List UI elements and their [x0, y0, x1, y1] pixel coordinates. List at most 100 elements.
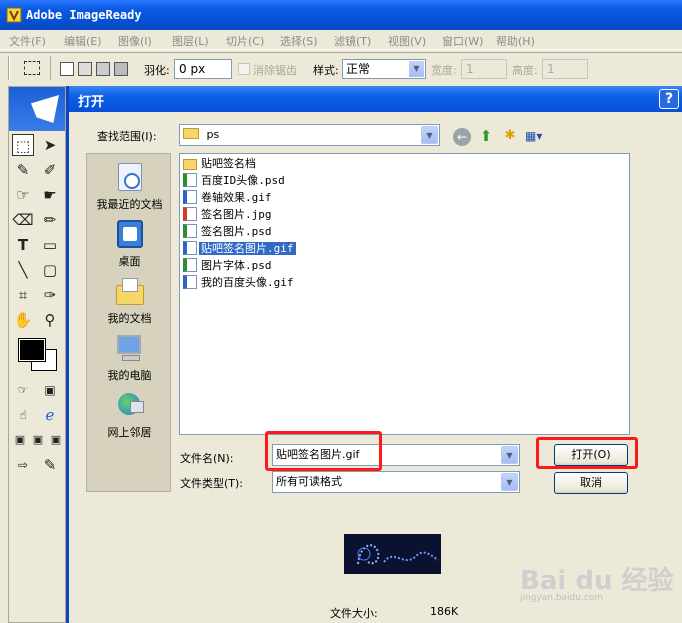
psd-file-icon [183, 224, 197, 238]
file-list[interactable]: 贴吧签名档 百度ID头像.psd 卷轴效果.gif 签名图片.jpg 签名图片.… [179, 153, 630, 435]
height-label: 高度: [512, 64, 538, 77]
list-item[interactable]: 卷轴效果.gif [183, 190, 274, 206]
list-item[interactable]: 百度ID头像.psd [183, 173, 287, 189]
filetype-label: 文件类型(T): [180, 477, 244, 490]
grip-handle[interactable] [8, 56, 10, 80]
up-folder-icon[interactable]: ⬆ [477, 127, 495, 145]
toggle-slice-visibility-icon[interactable]: ☞ [12, 379, 34, 401]
place-my-documents[interactable]: 我的文档 [87, 275, 172, 326]
toolbox: ⬚ ➤ ✎ ✐ ☞ ☛ ⌫ ✏ T ▭ ╲ ▢ ⌗ ✑ ✋ ⚲ ☞ ▣ ☝ ℯ … [8, 86, 66, 623]
gif-file-icon [183, 275, 197, 289]
style-select[interactable]: 正常 ▼ [342, 59, 426, 79]
feather-label: 羽化: [144, 64, 170, 77]
new-folder-icon[interactable]: ✱ [501, 127, 519, 145]
cancel-button[interactable]: 取消 [554, 472, 628, 494]
image-map-select-icon[interactable]: ☛ [39, 184, 61, 206]
watermark-text: Bai du 经验 [520, 566, 674, 596]
place-desktop[interactable]: 桌面 [87, 218, 172, 269]
rollover-preview-icon[interactable]: ☝ [12, 404, 34, 426]
list-item-selected[interactable]: 贴吧签名图片.gif [183, 241, 296, 257]
help-button[interactable]: ? [659, 89, 679, 109]
move-tool-icon[interactable]: ➤ [39, 134, 61, 156]
add-selection-icon[interactable] [78, 62, 92, 76]
type-tool-icon[interactable]: T [12, 234, 34, 256]
preview-image [344, 534, 441, 574]
crop-tool-icon[interactable]: ⌗ [12, 284, 34, 306]
view-menu-icon[interactable]: ▦▾ [525, 128, 549, 144]
slice-tool-icon[interactable]: ✎ [12, 159, 34, 181]
list-item[interactable]: 贴吧签名档 [183, 156, 258, 172]
back-icon[interactable]: ← [453, 128, 471, 146]
marquee-tool-icon[interactable]: ⬚ [12, 134, 34, 156]
zoom-tool-icon[interactable]: ⚲ [39, 309, 61, 331]
menu-edit[interactable]: 编辑(E) [64, 33, 102, 49]
brush-tool-icon[interactable]: ✏ [39, 209, 61, 231]
feather-input[interactable]: 0 px [174, 59, 232, 79]
folder-icon [183, 128, 199, 139]
jpg-file-icon [183, 207, 197, 221]
dialog-title-bar: 打开 ? [69, 86, 682, 112]
line-tool-icon[interactable]: ╲ [12, 259, 34, 281]
menu-slice[interactable]: 切片(C) [226, 33, 264, 49]
psd-file-icon [183, 173, 197, 187]
network-places-icon [114, 389, 146, 421]
menu-filter[interactable]: 滤镜(T) [334, 33, 371, 49]
menu-window[interactable]: 窗口(W) [442, 33, 483, 49]
style-value: 正常 [346, 62, 371, 76]
place-my-computer-label: 我的电脑 [107, 369, 152, 382]
image-map-tool-icon[interactable]: ☞ [12, 184, 34, 206]
list-item[interactable]: 我的百度头像.gif [183, 275, 296, 291]
color-swatches[interactable] [18, 338, 57, 371]
options-bar: 羽化: 0 px 消除锯齿 样式: 正常 ▼ 宽度: 1 高度: 1 [0, 52, 682, 84]
menu-layer[interactable]: 图层(L) [172, 33, 209, 49]
marquee-tool-preset-icon[interactable] [24, 61, 40, 75]
antialias-checkbox[interactable] [238, 63, 250, 75]
place-my-computer[interactable]: 我的电脑 [87, 332, 172, 383]
place-recent-label: 我最近的文档 [96, 198, 163, 211]
app-title-bar: Adobe ImageReady [0, 0, 682, 30]
place-network[interactable]: 网上邻居 [87, 389, 172, 440]
intersect-selection-icon[interactable] [114, 62, 128, 76]
baidu-watermark: Bai du 经验 jingyan.baidu.com [520, 560, 674, 603]
menu-view[interactable]: 视图(V) [388, 33, 426, 49]
menu-help[interactable]: 帮助(H) [496, 33, 535, 49]
dialog-title: 打开 [78, 95, 105, 110]
image-map-visibility-icon[interactable]: ▣ [39, 379, 61, 401]
subtract-selection-icon[interactable] [96, 62, 110, 76]
style-label: 样式: [313, 64, 339, 77]
eraser-tool-icon[interactable]: ⌫ [12, 209, 34, 231]
new-selection-icon[interactable] [60, 62, 74, 76]
toolbox-header [9, 87, 65, 131]
preview-in-browser-icon[interactable]: ℯ [39, 404, 61, 426]
chevron-down-icon: ▼ [501, 473, 518, 491]
list-item[interactable]: 签名图片.jpg [183, 207, 274, 223]
screen-mode-full-icon[interactable]: ▣ [45, 429, 67, 451]
place-recent[interactable]: 我最近的文档 [87, 161, 172, 212]
antialias-label: 消除锯齿 [253, 64, 297, 77]
hand-tool-icon[interactable]: ✋ [12, 309, 34, 331]
open-dialog: 打开 ? 查找范围(I): ps ▼ ← ⬆ ✱ ▦▾ 我最近的文档 桌面 我的… [66, 86, 682, 623]
folder-icon [183, 159, 197, 170]
foreground-color-swatch[interactable] [18, 338, 46, 362]
filetype-select[interactable]: 所有可读格式 ▼ [272, 471, 520, 493]
jump-to-photoshop-icon[interactable]: ⇨ [12, 454, 34, 476]
filename-label: 文件名(N): [180, 452, 234, 465]
list-item[interactable]: 图片字体.psd [183, 258, 274, 274]
height-input[interactable]: 1 [542, 59, 588, 79]
edit-in-photoshop-icon[interactable]: ✎ [39, 454, 61, 476]
width-label: 宽度: [431, 64, 457, 77]
rectangle-tool-icon[interactable]: ▭ [39, 234, 61, 256]
menu-image[interactable]: 图像(I) [118, 33, 152, 49]
look-in-select[interactable]: ps ▼ [179, 124, 440, 146]
menu-select[interactable]: 选择(S) [280, 33, 318, 49]
menu-file[interactable]: 文件(F) [9, 33, 46, 49]
psd-file-icon [183, 258, 197, 272]
eyedropper-tool-icon[interactable]: ✑ [39, 284, 61, 306]
open-button-highlight [536, 437, 638, 469]
width-input[interactable]: 1 [461, 59, 507, 79]
slice-select-tool-icon[interactable]: ✐ [39, 159, 61, 181]
divider [50, 56, 51, 80]
rounded-rect-tool-icon[interactable]: ▢ [39, 259, 61, 281]
filetype-value: 所有可读格式 [276, 475, 342, 488]
list-item[interactable]: 签名图片.psd [183, 224, 274, 240]
